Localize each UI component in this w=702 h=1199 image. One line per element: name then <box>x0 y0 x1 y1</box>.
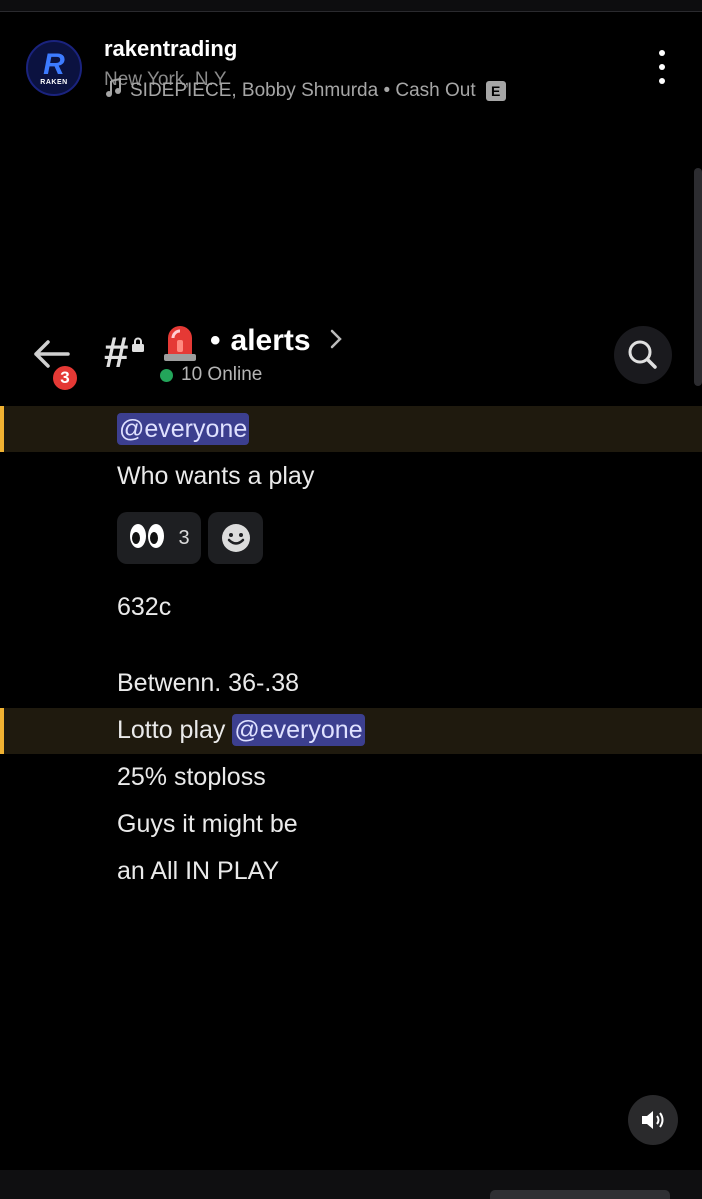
highlighted-message-row <box>0 406 702 452</box>
reaction-count: 3 <box>178 526 190 549</box>
search-button[interactable] <box>614 326 672 384</box>
message-text: an All IN PLAY <box>117 857 280 885</box>
online-count: 10 Online <box>181 364 263 385</box>
username[interactable]: rakentrading <box>104 36 237 62</box>
eyes-icon <box>128 521 166 556</box>
song-title: SIDEPIECE, Bobby Shmurda • Cash Out <box>130 80 476 101</box>
message-text: Who wants a play <box>117 462 315 490</box>
siren-icon <box>161 322 199 362</box>
search-icon <box>628 340 657 369</box>
title-separator: • <box>210 324 221 357</box>
channel-name: alerts <box>230 324 311 357</box>
message-text: 632c <box>117 593 172 621</box>
speaker-icon <box>642 1111 664 1129</box>
online-dot-icon <box>160 368 173 382</box>
chevron-right-icon[interactable] <box>328 326 344 359</box>
channel-title[interactable]: • alerts <box>210 324 311 358</box>
message-mention[interactable]: @everyone <box>117 413 250 445</box>
unread-badge: 3 <box>50 363 80 393</box>
mention-everyone[interactable]: @everyone <box>232 714 365 746</box>
post-header: R RAKEN rakentrading New York, N.Y SIDEP… <box>0 26 702 116</box>
home-indicator[interactable] <box>490 1190 670 1199</box>
online-status: 10 Online <box>160 364 262 386</box>
message-text: 25% stoploss <box>117 763 266 791</box>
volume-button[interactable] <box>628 1095 678 1145</box>
more-options-icon[interactable] <box>652 50 672 84</box>
add-reaction-button[interactable] <box>208 512 263 564</box>
song-info[interactable]: SIDEPIECE, Bobby Shmurda • Cash Out E <box>104 77 506 104</box>
lock-icon <box>131 337 145 356</box>
avatar[interactable]: R RAKEN <box>26 40 82 96</box>
explicit-badge: E <box>485 81 506 101</box>
channel-hash-icon: # <box>104 328 129 377</box>
message-text: Betwenn. 36-.38 <box>117 669 300 697</box>
message-text: Guys it might be <box>117 810 298 838</box>
mention-everyone[interactable]: @everyone <box>117 413 250 445</box>
music-note-icon <box>104 77 124 104</box>
reaction-eyes[interactable]: 3 <box>117 512 201 564</box>
avatar-text: RAKEN <box>40 78 68 86</box>
top-status-line <box>0 0 702 12</box>
message-text: Lotto play @everyone <box>117 714 365 746</box>
add-reaction-icon <box>221 524 250 552</box>
scrollbar[interactable] <box>694 168 702 386</box>
message-prefix: Lotto play <box>117 716 226 744</box>
avatar-letter: R <box>43 47 65 81</box>
